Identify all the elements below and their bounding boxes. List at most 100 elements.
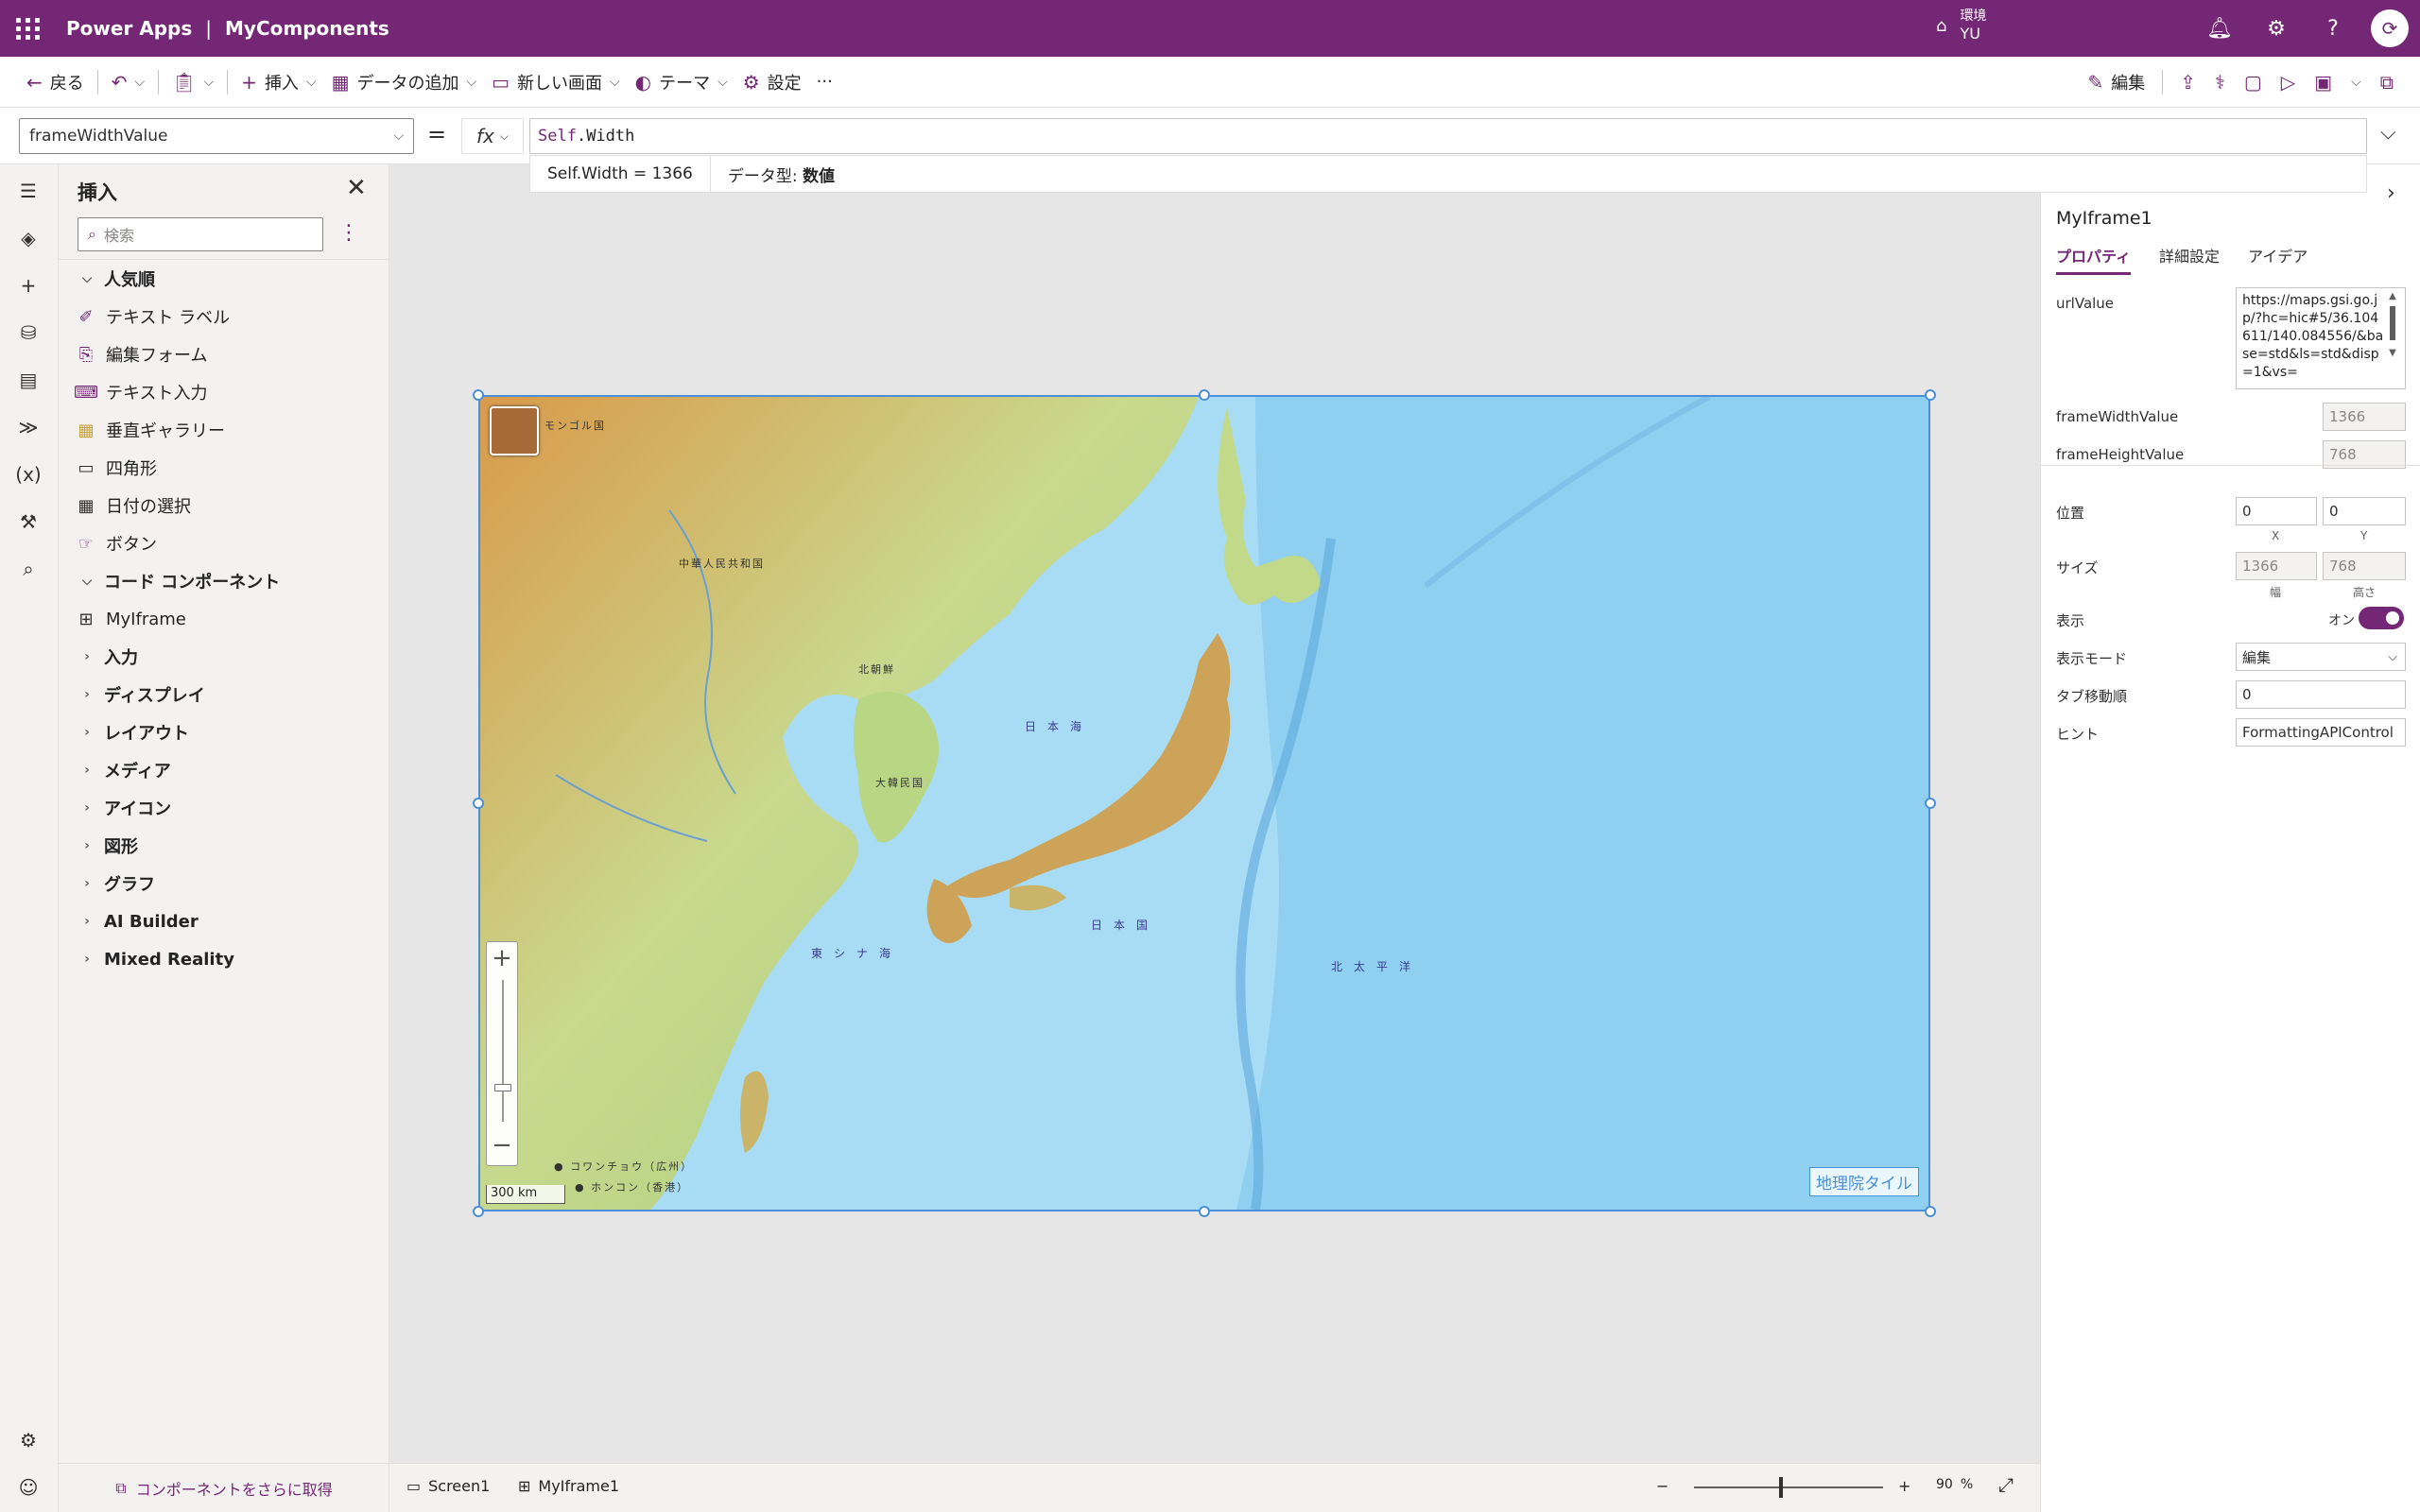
insert-edit-form[interactable]: ⎘ 編集フォーム — [59, 335, 389, 373]
theme-button[interactable]: ◐ テーマ ⌵ — [628, 63, 735, 101]
fit-to-window-icon[interactable]: ⤢ — [1998, 1473, 2014, 1496]
search-input[interactable]: ⌕ 検索 — [78, 217, 323, 251]
paste-button[interactable]: 📋︎ ⌵ — [164, 63, 221, 101]
app-checker-button[interactable]: ⚕ — [2207, 63, 2233, 101]
app-launcher-icon[interactable] — [0, 0, 57, 57]
avatar[interactable]: ⟳ — [2371, 9, 2409, 47]
settings-gear-icon[interactable]: ⚙ — [2261, 13, 2291, 43]
search-icon[interactable]: ⌕ — [13, 554, 43, 584]
tree-view-icon[interactable]: ◈ — [13, 223, 43, 253]
map-attribution-link[interactable]: 地理院タイル — [1809, 1167, 1919, 1196]
help-icon[interactable]: ? — [2318, 13, 2348, 43]
group-charts[interactable]: › グラフ — [59, 865, 389, 902]
settings-button[interactable]: ⚙ 設定 — [735, 63, 809, 101]
insert-rectangle[interactable]: ▭ 四角形 — [59, 449, 389, 487]
resize-handle[interactable] — [1199, 389, 1210, 401]
more-options-icon[interactable]: ⋮ — [338, 221, 359, 245]
iframe-map-control[interactable]: モンゴル国 中華人民共和国 北朝鮮 大韓民国 日本海 日本国 東シナ海 北太平洋… — [478, 395, 1930, 1211]
share-button[interactable]: ⇪ — [2172, 63, 2204, 101]
url-input[interactable]: https://maps.gsi.go.jp/?hc=hic#5/36.1046… — [2236, 287, 2406, 389]
publish-button[interactable]: ⧉ — [2373, 63, 2401, 101]
insert-plus-icon[interactable]: + — [13, 270, 43, 301]
zoom-slider-thumb[interactable] — [494, 1084, 511, 1091]
resize-handle[interactable] — [473, 798, 484, 809]
group-code-components[interactable]: ⌵ コード コンポーネント — [59, 562, 389, 600]
zoom-out-button[interactable]: − — [487, 1131, 517, 1160]
scrollbar[interactable]: ▲ ▼ — [2385, 291, 2400, 386]
app-title[interactable]: Power Apps — [66, 17, 192, 40]
property-dropdown[interactable]: frameWidthValue ⌵ — [19, 118, 414, 154]
insert-button[interactable]: + 挿入 ⌵ — [233, 63, 323, 101]
add-data-button[interactable]: ▦ データの追加 ⌵ — [324, 63, 485, 101]
position-y-input[interactable]: 0 — [2323, 497, 2406, 525]
edit-button[interactable]: ✎ 編集 — [2081, 63, 2153, 101]
group-popular[interactable]: ⌵ 人気順 — [59, 260, 389, 298]
group-input[interactable]: › 入力 — [59, 638, 389, 676]
settings-gear-icon[interactable]: ⚙ — [13, 1425, 43, 1455]
data-icon[interactable]: ⛁ — [13, 318, 43, 348]
tab-ideas[interactable]: アイデア — [2248, 244, 2308, 275]
zoom-slider-thumb[interactable] — [1779, 1477, 1783, 1498]
position-x-input[interactable]: 0 — [2236, 497, 2317, 525]
new-screen-button[interactable]: ▭ 新しい画面 ⌵ — [484, 63, 628, 101]
comments-button[interactable]: ▢ — [2237, 63, 2270, 101]
tab-advanced[interactable]: 詳細設定 — [2159, 244, 2220, 275]
advanced-tools-icon[interactable]: ⚒ — [13, 507, 43, 537]
design-canvas[interactable]: モンゴル国 中華人民共和国 北朝鮮 大韓民国 日本海 日本国 東シナ海 北太平洋… — [389, 164, 2040, 1463]
group-mixed-reality[interactable]: › Mixed Reality — [59, 940, 389, 978]
formula-input[interactable]: Self .Width — [529, 118, 2367, 154]
chevron-right-icon[interactable]: › — [2387, 181, 2395, 205]
back-button[interactable]: ← 戻る — [19, 63, 92, 101]
zoom-in-button[interactable]: + — [487, 944, 517, 972]
expand-formula-icon[interactable]: ⌵ — [2380, 121, 2396, 145]
function-button[interactable]: fx ⌵ — [461, 118, 524, 154]
group-layout[interactable]: › レイアウト — [59, 713, 389, 751]
save-button[interactable]: ▣ — [2307, 63, 2340, 101]
more-button[interactable]: ··· — [809, 63, 840, 101]
resize-handle[interactable] — [1925, 798, 1936, 809]
breadcrumb-screen[interactable]: ▭ Screen1 — [406, 1477, 490, 1495]
display-mode-dropdown[interactable]: 編集 ⌵ — [2236, 643, 2406, 671]
group-ai-builder[interactable]: › AI Builder — [59, 902, 389, 940]
group-display[interactable]: › ディスプレイ — [59, 676, 389, 713]
frame-width-input[interactable]: 1366 — [2323, 403, 2406, 431]
insert-gallery[interactable]: ▦ 垂直ギャラリー — [59, 411, 389, 449]
group-shapes[interactable]: › 図形 — [59, 827, 389, 865]
tooltip-input[interactable]: FormattingAPIControl — [2236, 718, 2406, 747]
insert-myiframe[interactable]: ⊞ MyIframe — [59, 600, 389, 638]
power-automate-icon[interactable]: ≫ — [13, 412, 43, 442]
zoom-in-button[interactable]: + — [1898, 1477, 1910, 1495]
group-media[interactable]: › メディア — [59, 751, 389, 789]
visible-toggle[interactable] — [2359, 607, 2404, 629]
hamburger-menu-icon[interactable]: ☰ — [13, 176, 43, 206]
insert-date-picker[interactable]: ▦ 日付の選択 — [59, 487, 389, 524]
preview-button[interactable]: ▷ — [2273, 63, 2303, 101]
size-height-input[interactable]: 768 — [2323, 552, 2406, 580]
get-more-components-link[interactable]: ⧉ コンポーネントをさらに取得 — [59, 1463, 389, 1512]
resize-handle[interactable] — [473, 389, 484, 401]
undo-button[interactable]: ↶ ⌵ — [104, 63, 152, 101]
zoom-out-button[interactable]: − — [1656, 1477, 1668, 1495]
environment-picker[interactable]: ⌂ 環境 YU — [1936, 8, 1986, 43]
insert-text-label[interactable]: ✐ テキスト ラベル — [59, 298, 389, 335]
resize-handle[interactable] — [1199, 1206, 1210, 1217]
media-icon[interactable]: ▤ — [13, 365, 43, 395]
gallery-icon: ▦ — [78, 420, 95, 440]
map-logo-icon[interactable] — [490, 406, 539, 455]
insert-text-input[interactable]: ⌨ テキスト入力 — [59, 373, 389, 411]
breadcrumb-component[interactable]: ⊞ MyIframe1 — [518, 1477, 619, 1495]
tab-properties[interactable]: プロパティ — [2056, 244, 2132, 275]
group-icons[interactable]: › アイコン — [59, 789, 389, 827]
resize-handle[interactable] — [473, 1206, 484, 1217]
variables-icon[interactable]: (x) — [13, 459, 43, 490]
resize-handle[interactable] — [1925, 1206, 1936, 1217]
insert-button[interactable]: ☞ ボタン — [59, 524, 389, 562]
notifications-icon[interactable]: 🔔︎ — [2204, 13, 2235, 43]
tab-index-input[interactable]: 0 — [2236, 680, 2406, 709]
size-width-input[interactable]: 1366 — [2236, 552, 2317, 580]
save-options-button[interactable]: ⌵ — [2343, 63, 2369, 101]
virtual-agent-icon[interactable]: ☺ — [13, 1472, 43, 1503]
close-icon[interactable]: ✕ — [346, 174, 367, 202]
zoom-slider[interactable] — [1694, 1486, 1883, 1488]
resize-handle[interactable] — [1925, 389, 1936, 401]
